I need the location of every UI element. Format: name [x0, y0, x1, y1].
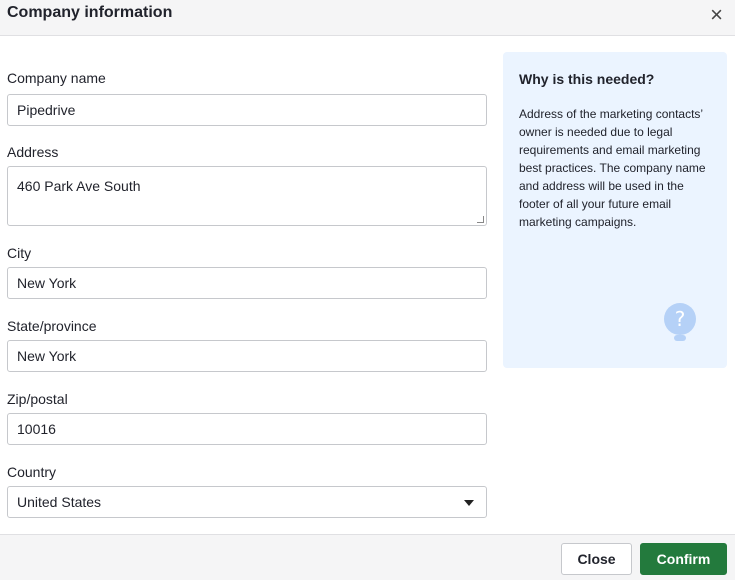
company-name-input[interactable]: Pipedrive	[7, 94, 487, 126]
address-label: Address	[7, 144, 59, 160]
address-textarea[interactable]: 460 Park Ave South	[7, 166, 487, 226]
chevron-down-icon	[464, 500, 474, 506]
zip-input[interactable]: 10016	[7, 413, 487, 445]
info-panel: Why is this needed? Address of the marke…	[503, 52, 727, 368]
close-button[interactable]: Close	[561, 543, 632, 575]
country-label: Country	[7, 464, 57, 480]
address-value: 460 Park Ave South	[17, 178, 141, 194]
resize-handle[interactable]	[477, 216, 484, 223]
state-label: State/province	[7, 318, 97, 334]
city-label: City	[7, 245, 32, 261]
close-icon[interactable]: ×	[710, 2, 723, 28]
dialog-header: Company information ×	[0, 0, 735, 36]
city-input[interactable]: New York	[7, 267, 487, 299]
lightbulb-question-icon: ?	[664, 303, 696, 341]
info-text: Address of the marketing contacts’ owner…	[519, 107, 706, 229]
dialog-footer: Close Confirm	[0, 534, 735, 580]
svg-text:?: ?	[675, 307, 686, 331]
company-name-label: Company name	[7, 70, 106, 86]
country-value: United States	[17, 494, 102, 510]
country-select[interactable]: United States	[7, 486, 487, 518]
state-input[interactable]: New York	[7, 340, 487, 372]
info-title: Why is this needed?	[519, 71, 655, 87]
dialog-title: Company information	[7, 4, 173, 21]
confirm-button[interactable]: Confirm	[640, 543, 727, 575]
zip-label: Zip/postal	[7, 391, 68, 407]
